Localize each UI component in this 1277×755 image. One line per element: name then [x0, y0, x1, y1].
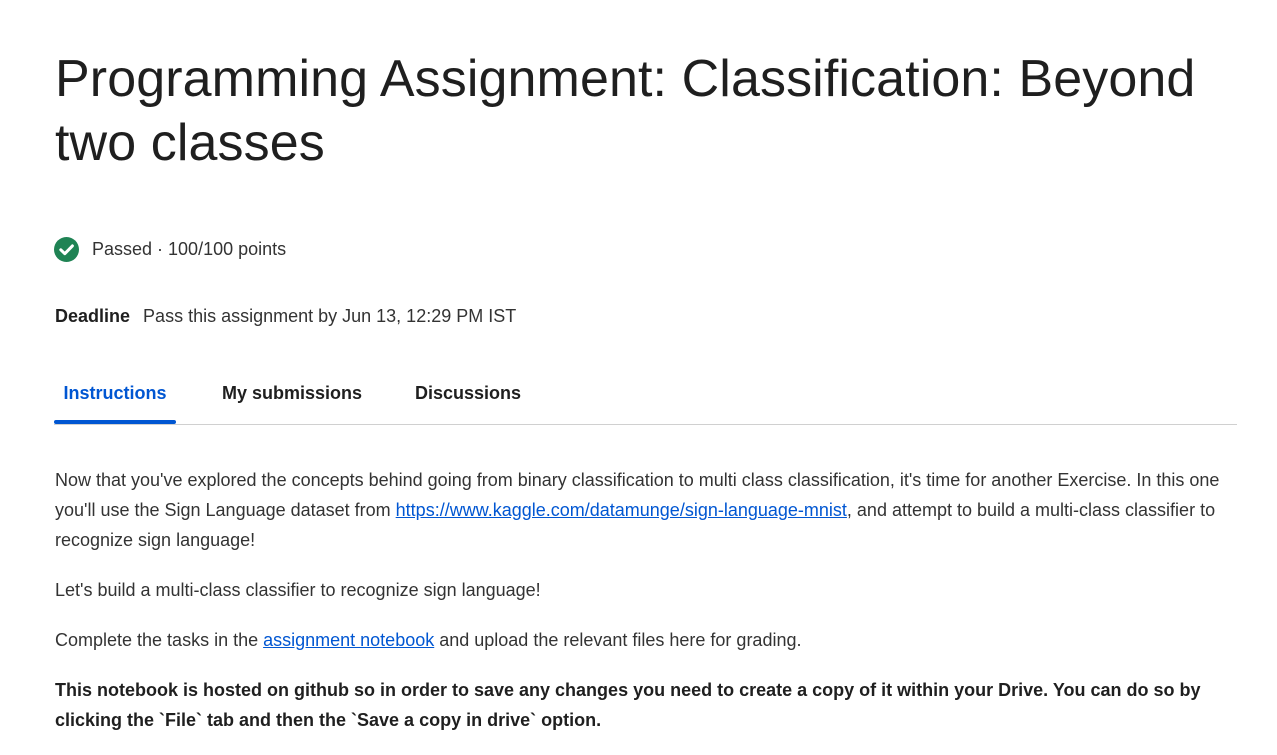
grade-status-text: Passed · 100/100 points: [92, 238, 287, 259]
instructions-content: Now that you've explored the concepts be…: [55, 465, 1225, 755]
instructions-text: Complete the tasks in the: [55, 630, 264, 650]
deadline-text: Pass this assignment by Jun 13, 12:29 PM…: [143, 306, 517, 326]
deadline-label: Deadline: [55, 306, 131, 326]
check-circle-icon: [54, 236, 79, 262]
dataset-link[interactable]: https://www.kaggle.com/datamunge/sign-la…: [396, 500, 847, 520]
instructions-paragraph: Now that you've explored the concepts be…: [55, 465, 1225, 555]
tab-instructions[interactable]: Instructions: [54, 364, 176, 424]
deadline-row: Deadline Pass this assignment by Jun 13,…: [55, 306, 516, 327]
instructions-text: and upload the relevant files here for g…: [434, 630, 802, 650]
instructions-paragraph: Complete the tasks in the assignment not…: [55, 625, 1225, 655]
instructions-note: This notebook is hosted on github so in …: [55, 680, 1201, 730]
instructions-paragraph: Let's build a multi-class classifier to …: [55, 580, 541, 600]
grade-status: Passed · 100/100 points: [54, 236, 286, 262]
assignment-tabs: Instructions My submissions Discussions: [54, 364, 1237, 425]
assignment-notebook-link[interactable]: assignment notebook: [263, 630, 434, 650]
page-title: Programming Assignment: Classification: …: [55, 50, 1196, 172]
tab-my-submissions[interactable]: My submissions: [214, 364, 370, 422]
tab-discussions[interactable]: Discussions: [406, 364, 530, 422]
